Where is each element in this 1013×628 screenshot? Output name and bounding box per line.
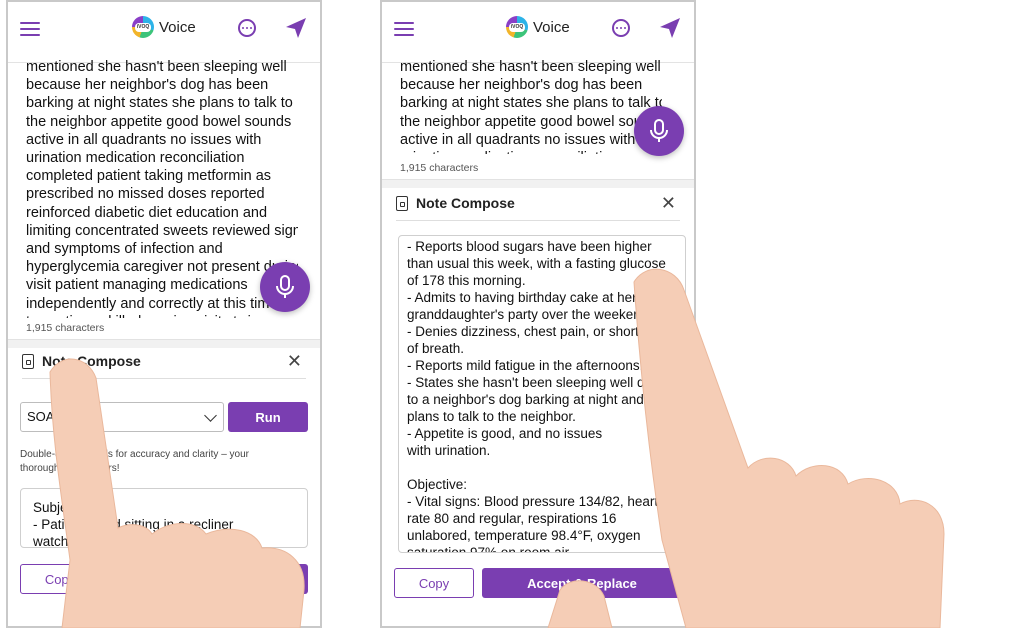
close-icon[interactable]: ✕ bbox=[661, 194, 676, 212]
copy-button[interactable]: Copy bbox=[394, 568, 474, 598]
hamburger-menu-icon[interactable] bbox=[394, 22, 414, 36]
transcript-line: because her neighbor's dog has been bbox=[400, 77, 643, 94]
note-line: - Appetite is good, and no issues bbox=[407, 426, 603, 441]
note-line: - Denies dizziness, chest pain, or short… bbox=[407, 324, 668, 339]
app-brand: iVOQ Voice bbox=[506, 16, 570, 38]
transcript-line: urination medication reconciliation bbox=[400, 149, 662, 154]
template-select-value: SOAP bbox=[27, 409, 64, 424]
app-logo: iVOQ bbox=[132, 16, 154, 38]
microphone-button[interactable] bbox=[260, 262, 310, 312]
transcript-text[interactable]: mentioned she hasn't been sleeping well b… bbox=[26, 58, 298, 318]
transcript-line: barking at night states she plans to tal… bbox=[400, 95, 662, 112]
note-line: watching tv in the living room bbox=[33, 534, 207, 548]
note-compose-header: Note Compose ✕ bbox=[396, 186, 680, 221]
transcript-line: and symptoms of infection and bbox=[26, 241, 223, 258]
app-title: Voice bbox=[533, 18, 570, 36]
template-select[interactable]: SOAP bbox=[20, 402, 224, 432]
document-icon bbox=[396, 195, 408, 211]
send-icon[interactable] bbox=[658, 16, 682, 40]
transcript-line: independently and correctly at this time bbox=[26, 295, 278, 312]
character-count: 1,915 characters bbox=[400, 162, 479, 174]
note-output[interactable]: - Reports blood sugars have been higher t… bbox=[398, 235, 686, 553]
accept-replace-button[interactable]: Accept & Replace bbox=[108, 564, 308, 594]
note-line: with urination. bbox=[407, 443, 491, 458]
transcript-line: prescribed no missed doses reported bbox=[26, 186, 265, 203]
note-output[interactable]: Subjective: - Patient found sitting in a … bbox=[20, 488, 308, 548]
note-line: - States she hasn't been sleeping well d… bbox=[407, 375, 660, 390]
phone-screen-left: iVOQ Voice mentioned she hasn't been sle… bbox=[6, 0, 322, 628]
transcript-line: active in all quadrants no issues with bbox=[400, 131, 636, 148]
document-icon bbox=[22, 353, 34, 369]
top-bar: iVOQ Voice bbox=[8, 2, 320, 63]
more-options-icon[interactable] bbox=[238, 19, 256, 37]
app-logo: iVOQ bbox=[506, 16, 528, 38]
transcript-line: urination medication reconciliation bbox=[26, 150, 245, 167]
transcript-line: hyperglycemia caregiver not present duri… bbox=[26, 259, 298, 276]
phone-screen-right: iVOQ Voice mentioned she hasn't been sle… bbox=[380, 0, 696, 628]
transcript-line: active in all quadrants no issues with bbox=[26, 131, 262, 148]
chevron-down-icon bbox=[204, 409, 217, 422]
note-line: - Reports mild fatigue in the afternoons… bbox=[407, 358, 644, 373]
note-line: of 178 this morning. bbox=[407, 273, 526, 288]
copy-button[interactable]: Copy bbox=[20, 564, 100, 594]
note-line: than usual this week, with a fasting glu… bbox=[407, 256, 666, 271]
note-compose-title: Note Compose bbox=[416, 195, 515, 211]
transcript-line: the neighbor appetite good bowel sounds bbox=[400, 113, 662, 130]
note-line: - Vital signs: Blood pressure 134/82, he… bbox=[407, 494, 659, 509]
transcript-line: because her neighbor's dog has been bbox=[26, 77, 269, 94]
transcript-line: reinforced diabetic diet education and bbox=[26, 204, 268, 221]
close-icon[interactable]: ✕ bbox=[287, 352, 302, 370]
note-line: - Reports blood sugars have been higher bbox=[407, 239, 652, 254]
microphone-icon bbox=[276, 275, 294, 298]
hamburger-menu-icon[interactable] bbox=[20, 22, 40, 36]
note-line: saturation 97% on room air bbox=[407, 545, 570, 553]
transcript-line: the neighbor appetite good bowel sounds bbox=[26, 113, 292, 130]
note-line: - Admits to having birthday cake at her bbox=[407, 290, 637, 305]
transcript-line: visit patient managing medications bbox=[26, 277, 248, 294]
transcript-text[interactable]: mentioned she hasn't been sleeping well b… bbox=[400, 58, 662, 154]
note-line: - Patient found sitting in a recliner bbox=[33, 517, 234, 532]
note-line: plans to talk to the neighbor. bbox=[407, 409, 576, 424]
note-compose-header: Note Compose ✕ bbox=[22, 344, 306, 379]
hint-text: Double-check details for accuracy and cl… bbox=[20, 449, 249, 474]
note-line: Subjective: bbox=[33, 500, 100, 515]
note-line: unlabored, temperature 98.4°F, oxygen bbox=[407, 528, 641, 543]
note-line: rate 80 and regular, respirations 16 bbox=[407, 511, 617, 526]
logo-text: iVOQ bbox=[509, 22, 525, 32]
send-icon[interactable] bbox=[284, 16, 308, 40]
note-line: granddaughter's party over the weekend. bbox=[407, 307, 652, 322]
microphone-button[interactable] bbox=[634, 106, 684, 156]
note-line: Objective: bbox=[407, 477, 468, 492]
character-count: 1,915 characters bbox=[26, 322, 105, 334]
transcript-line: limiting concentrated sweets reviewed si… bbox=[26, 222, 298, 239]
note-line: of breath. bbox=[407, 341, 465, 356]
app-title: Voice bbox=[159, 18, 196, 36]
transcript-line: completed patient taking metformin as bbox=[26, 168, 272, 185]
microphone-icon bbox=[650, 119, 668, 142]
transcript-line: mentioned she hasn't been sleeping well bbox=[400, 59, 661, 75]
top-bar: iVOQ Voice bbox=[382, 2, 694, 63]
note-line: to a neighbor's dog barking at night and bbox=[407, 392, 644, 407]
more-options-icon[interactable] bbox=[612, 19, 630, 37]
logo-text: iVOQ bbox=[135, 22, 151, 32]
accept-replace-button[interactable]: Accept & Replace bbox=[482, 568, 682, 598]
app-brand: iVOQ Voice bbox=[132, 16, 196, 38]
transcript-line: mentioned she hasn't been sleeping well bbox=[26, 59, 287, 75]
note-line bbox=[407, 459, 677, 476]
transcript-line: barking at night states she plans to tal… bbox=[26, 95, 293, 112]
transcript-line: to continue skilled nursing visits twice… bbox=[26, 313, 298, 318]
note-compose-title: Note Compose bbox=[42, 353, 141, 369]
run-button[interactable]: Run bbox=[228, 402, 308, 432]
